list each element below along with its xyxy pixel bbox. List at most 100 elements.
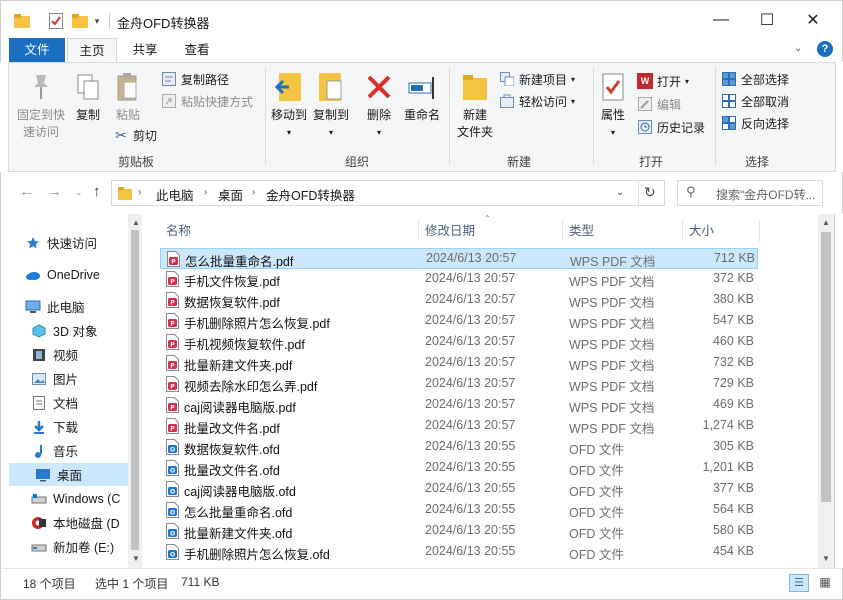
svg-text:O: O [170,468,175,475]
file-row[interactable]: O 怎么批量重命名.ofd 2024/6/13 20:55 OFD 文件 564 KB [160,500,758,521]
column-header-date[interactable]: 修改日期 [419,220,563,242]
nav-item[interactable]: 本地磁盘 (D [11,511,131,534]
new-folder-label-line2: 文件夹 [456,125,493,139]
nav-item[interactable]: 音乐 [11,439,131,462]
tab-home[interactable]: 主页 [67,38,117,63]
column-header-size[interactable]: 大小 [683,220,759,242]
large-icons-view-icon[interactable]: ▦ [815,574,835,592]
file-row[interactable]: P 数据恢复软件.pdf 2024/6/13 20:57 WPS PDF 文档 380 … [160,290,758,311]
nav-scrollbar[interactable]: ▲ ▼ [128,214,142,568]
paste-button[interactable]: 粘贴 [111,69,145,124]
tab-view[interactable]: 查看 [175,38,219,62]
properties-quick-icon[interactable] [47,11,65,31]
customize-toolbar-icon[interactable]: ▾ [91,11,103,31]
file-list-scrollbar[interactable]: ▲ ▼ [818,214,835,568]
nav-scroll-thumb[interactable] [131,230,139,550]
column-header-type[interactable]: 类型 [563,220,681,242]
new-folder-quick-icon[interactable] [71,11,89,31]
address-bar[interactable]: › 此电脑 › 桌面 › 金舟OFD转换器 ⌄ ↻ [111,180,665,206]
file-row[interactable]: P 手机视频恢复软件.pdf 2024/6/13 20:57 WPS PDF 文档 46… [160,332,758,353]
open-button[interactable]: W 打开 ▾ [637,71,689,91]
file-row[interactable]: O 批量新建文件夹.ofd 2024/6/13 20:55 OFD 文件 580 KB [160,521,758,542]
history-button[interactable]: 历史记录 [637,117,705,137]
nav-item[interactable]: 桌面 [9,463,129,486]
nav-item[interactable]: 下载 [11,415,131,438]
easy-access-button[interactable]: 轻松访问 ▾ [499,91,575,111]
back-icon[interactable]: ← [19,183,34,200]
edit-button[interactable]: 编辑 [637,94,681,114]
file-row[interactable]: P 手机文件恢复.pdf 2024/6/13 20:57 WPS PDF 文档 372 … [160,269,758,290]
pin-quick-access-button[interactable]: 固定到快 速访问 [15,69,67,141]
details-view-icon[interactable]: ☰ [789,574,809,592]
paste-shortcut-label: 粘贴快捷方式 [181,94,254,109]
nav-item[interactable]: 此电脑 [5,295,125,318]
file-date: 2024/6/13 20:55 [425,460,516,474]
breadcrumb-desktop[interactable]: 桌面 [218,185,243,204]
copy-to-button[interactable]: 复制到 ▾ [311,69,351,141]
invert-selection-button[interactable]: 反向选择 [721,113,789,133]
file-row[interactable]: Ocaj阅读器电脑版.ofd 2024/6/13 20:55 OFD 文件 377 K… [160,479,758,500]
edit-icon [637,96,653,112]
select-all-button[interactable]: 全部选择 [721,69,789,89]
scroll-down-icon[interactable]: ▼ [822,554,830,563]
file-row[interactable]: O 数据恢复软件.ofd 2024/6/13 20:55 OFD 文件 305 KB [160,437,758,458]
new-item-button[interactable]: 新建项目 ▾ [499,69,575,89]
copy-path-button[interactable]: 复制路径 [161,69,229,89]
paste-label: 粘贴 [115,108,140,122]
close-button[interactable]: ✕ [790,1,836,39]
maximize-button[interactable]: ☐ [744,1,790,39]
breadcrumb-this-pc[interactable]: 此电脑 [156,185,194,204]
scroll-up-icon[interactable]: ▲ [822,218,830,227]
nav-item-label: OneDrive [47,267,100,282]
nav-item[interactable]: 视频 [11,343,131,366]
move-to-button[interactable]: 移动到 ▾ [269,69,309,141]
copy-path-label: 复制路径 [181,72,230,87]
file-row[interactable]: O 批量改文件名.ofd 2024/6/13 20:55 OFD 文件 1,201 KB [160,458,758,479]
help-icon[interactable]: ? [817,41,833,57]
breadcrumb-current-folder[interactable]: 金舟OFD转换器 [266,185,355,204]
scroll-down-icon[interactable]: ▼ [132,554,140,563]
file-row[interactable]: P 怎么批量重命名.pdf 2024/6/13 20:57 WPS PDF 文档 712… [160,248,758,269]
tab-file[interactable]: 文件 [9,38,65,62]
file-row[interactable]: O 手机删除照片怎么恢复.ofd 2024/6/13 20:55 OFD 文件 454 … [160,542,758,563]
refresh-icon[interactable]: ↻ [644,184,656,201]
cut-button[interactable]: ✂ 剪切 [113,125,157,145]
column-header-name[interactable]: 名称 [160,220,414,242]
nav-item-label: 快速访问 [47,237,98,251]
up-icon[interactable]: ↑ [93,183,101,200]
search-placeholder: 搜索"金舟OFD转... [716,188,816,202]
recent-locations-icon[interactable]: ⌄ [75,187,83,198]
file-row[interactable]: P 批量新建文件夹.pdf 2024/6/13 20:57 WPS PDF 文档 732… [160,353,758,374]
nav-item[interactable]: 3D 对象 [11,319,131,342]
copy-button[interactable]: 复制 [71,69,105,124]
address-dropdown-icon[interactable]: ⌄ [616,187,624,198]
nav-item[interactable]: Windows (C [11,487,131,510]
nav-item[interactable]: 文档 [11,391,131,414]
forward-icon[interactable]: → [47,183,62,200]
svg-text:P: P [170,342,175,349]
rename-button[interactable]: 重命名 [401,69,443,124]
scroll-up-icon[interactable]: ▲ [132,218,140,227]
nav-item[interactable]: 图片 [11,367,131,390]
search-input[interactable]: ⚲ 搜索"金舟OFD转... [677,180,823,206]
nav-item-label: 视频 [53,349,79,363]
select-none-button[interactable]: 全部取消 [721,91,789,111]
tab-share[interactable]: 共享 [123,38,167,62]
file-row[interactable]: P 视频去除水印怎么弄.pdf 2024/6/13 20:57 WPS PDF 文档 7… [160,374,758,395]
column-separator[interactable] [759,220,760,242]
rename-icon [405,69,439,105]
file-row[interactable]: P 手机删除照片怎么恢复.pdf 2024/6/13 20:57 WPS PDF 文档… [160,311,758,332]
paste-shortcut-button[interactable]: 粘贴快捷方式 [161,91,253,111]
minimize-button[interactable]: — [698,1,744,39]
nav-item[interactable]: 新加卷 (E:) [11,535,131,558]
nav-item[interactable]: OneDrive [5,263,125,286]
delete-button[interactable]: 删除 ▾ [363,69,395,141]
file-date: 2024/6/13 20:57 [425,376,516,390]
file-scroll-thumb[interactable] [821,232,831,502]
file-row[interactable]: P 批量改文件名.pdf 2024/6/13 20:57 WPS PDF 文档 1,27… [160,416,758,437]
new-folder-button[interactable]: 新建 文件夹 [455,69,495,141]
properties-button[interactable]: 属性 ▾ [597,69,629,141]
collapse-ribbon-icon[interactable]: ⌄ [794,43,802,54]
file-row[interactable]: Pcaj阅读器电脑版.pdf 2024/6/13 20:57 WPS PDF 文档 4… [160,395,758,416]
nav-item[interactable]: 快速访问 [5,231,125,254]
